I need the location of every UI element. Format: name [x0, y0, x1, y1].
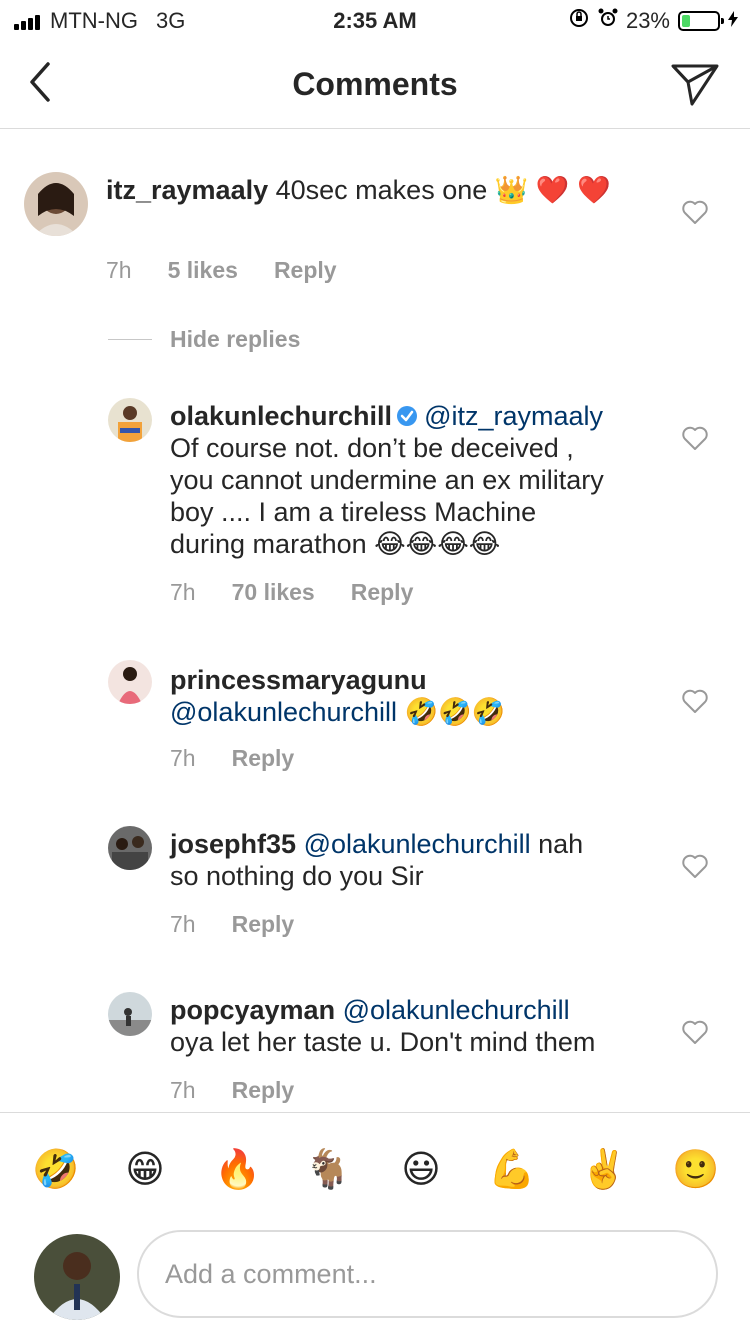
divider — [108, 339, 152, 340]
avatar[interactable] — [108, 398, 152, 442]
avatar[interactable] — [108, 660, 152, 704]
emoji-smiley-button[interactable]: 😃 — [397, 1145, 445, 1193]
mention-link[interactable]: @olakunlechurchill — [343, 995, 570, 1025]
emoji-victory-button[interactable]: ✌️ — [580, 1145, 628, 1193]
reply-username[interactable]: olakunlechurchill — [170, 401, 392, 431]
verified-badge-icon — [396, 402, 418, 426]
avatar[interactable] — [24, 172, 88, 236]
reply-meta: 7h Reply — [170, 745, 330, 772]
reply-line: during marathon 😂😂😂😂 — [170, 529, 501, 559]
comment-text: itz_raymaaly 40sec makes one 👑 ❤️ ❤️ — [106, 174, 626, 206]
hide-replies-button[interactable]: Hide replies — [108, 326, 300, 353]
reply-button[interactable]: Reply — [351, 579, 414, 606]
reply-time: 7h — [170, 911, 196, 937]
avatar[interactable] — [108, 826, 152, 870]
reply-button[interactable]: Reply — [232, 745, 295, 772]
heart-icon[interactable] — [681, 425, 709, 451]
rotation-lock-icon — [568, 7, 590, 35]
reply-button[interactable]: Reply — [274, 257, 337, 284]
comment-username[interactable]: itz_raymaaly — [106, 175, 268, 205]
alarm-icon — [598, 7, 618, 35]
reply-text: josephf35 @olakunlechurchill nah so noth… — [170, 828, 660, 892]
reply-line: so nothing do you Sir — [170, 861, 424, 891]
avatar[interactable] — [108, 992, 152, 1036]
reply-username[interactable]: princessmaryagunu — [170, 665, 427, 695]
reply-text: princessmaryagunu @olakunlechurchill 🤣🤣🤣 — [170, 664, 660, 728]
emoji-muscle-button[interactable]: 💪 — [488, 1145, 536, 1193]
mention-link[interactable]: @olakunlechurchill — [170, 697, 397, 727]
reply-time: 7h — [170, 745, 196, 771]
likes-count[interactable]: 70 likes — [232, 579, 315, 606]
reply-username[interactable]: josephf35 — [170, 829, 296, 859]
avatar — [34, 1234, 120, 1320]
comment-input[interactable] — [137, 1230, 718, 1318]
emoji-rofl-button[interactable]: 🤣 — [32, 1145, 80, 1193]
reply-line: oya let her taste u. Don't mind them — [170, 1027, 596, 1057]
battery-percent: 23% — [625, 8, 670, 33]
reply-button[interactable]: Reply — [232, 911, 295, 938]
reply-body: 🤣🤣🤣 — [404, 697, 506, 727]
heart-icon[interactable] — [681, 688, 709, 714]
emoji-grin-button[interactable]: 😁 — [121, 1145, 169, 1193]
header: Comments — [0, 40, 750, 129]
reply-meta: 7h Reply — [170, 1077, 330, 1104]
battery-fill — [682, 15, 690, 27]
heart-icon[interactable] — [681, 199, 709, 225]
emoji-quick-bar: 🤣 😁 🔥 🐐 😃 💪 ✌️ 🙂 — [0, 1112, 750, 1222]
comment-body: 40sec makes one 👑 ❤️ ❤️ — [275, 175, 611, 205]
heart-icon[interactable] — [681, 1019, 709, 1045]
reply-text: olakunlechurchill @itz_raymaaly Of course… — [170, 400, 660, 560]
mention-link[interactable]: @itz_raymaaly — [424, 401, 603, 431]
reply-time: 7h — [170, 1077, 196, 1103]
emoji-goat-button[interactable]: 🐐 — [304, 1145, 352, 1193]
charging-icon — [728, 10, 738, 32]
page-title: Comments — [292, 66, 458, 102]
battery-icon — [678, 11, 724, 31]
paper-plane-icon[interactable] — [670, 60, 720, 108]
reply-meta: 7h 70 likes Reply — [170, 579, 449, 606]
likes-count[interactable]: 5 likes — [168, 257, 238, 284]
reply-text: popcyayman @olakunlechurchill oya let he… — [170, 994, 660, 1058]
reply-line: boy .... I am a tireless Machine — [170, 497, 537, 527]
reply-username[interactable]: popcyayman — [170, 995, 335, 1025]
reply-body: nah — [538, 829, 584, 859]
status-bar: MTN-NG 3G 2:35 AM 23% — [0, 0, 750, 40]
emoji-slight-smile-button[interactable]: 🙂 — [672, 1145, 720, 1193]
hide-replies-label: Hide replies — [170, 326, 301, 352]
emoji-fire-button[interactable]: 🔥 — [214, 1145, 262, 1193]
comment-meta: 7h 5 likes Reply — [106, 257, 373, 284]
reply-line: you cannot undermine an ex military — [170, 465, 604, 495]
heart-icon[interactable] — [681, 853, 709, 879]
comment-time: 7h — [106, 257, 132, 283]
reply-time: 7h — [170, 579, 196, 605]
mention-link[interactable]: @olakunlechurchill — [304, 829, 531, 859]
reply-meta: 7h Reply — [170, 911, 330, 938]
reply-button[interactable]: Reply — [232, 1077, 295, 1104]
comment-composer — [0, 1222, 750, 1334]
reply-line: Of course not. don’t be deceived , — [170, 433, 574, 463]
